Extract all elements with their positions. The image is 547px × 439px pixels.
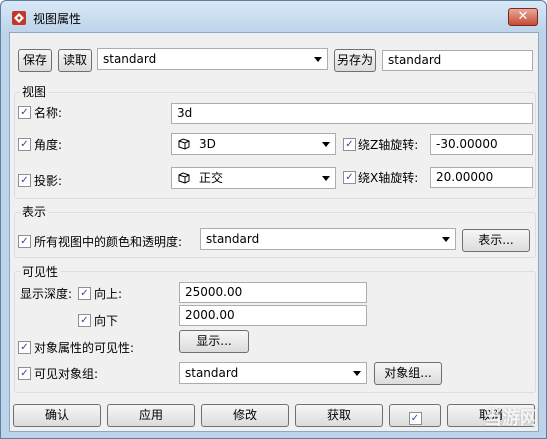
rotx-checkbox[interactable]: ✓ [343, 171, 356, 184]
preset-select[interactable]: standard [97, 48, 328, 70]
up-input[interactable]: 25000.00 [179, 282, 367, 303]
save-as-input[interactable]: standard [382, 50, 533, 71]
name-label: 名称: [34, 106, 63, 120]
view-group-title: 视图 [20, 85, 49, 99]
load-button[interactable]: 读取 [58, 49, 92, 72]
name-checkbox[interactable]: ✓ [18, 106, 31, 119]
app-icon [12, 11, 26, 25]
down-checkbox[interactable]: ✓ [78, 314, 91, 327]
toggle-all-checkbox: ✓ [408, 412, 422, 425]
show-button[interactable]: 显示... [179, 330, 249, 353]
visibility-group-title: 可见性 [20, 265, 61, 279]
chevron-down-icon [442, 237, 450, 242]
depth-label: 显示深度: [20, 287, 73, 301]
rotz-checkbox[interactable]: ✓ [343, 138, 356, 151]
close-button[interactable]: ✕ [508, 8, 538, 26]
cube-icon [178, 172, 190, 184]
watermark: 当游网 [484, 408, 538, 429]
rotz-input[interactable]: -30.00000 [430, 134, 533, 155]
up-label: 向上: [94, 287, 123, 301]
projection-value: 正交 [199, 171, 224, 185]
display-group-title: 表示 [20, 205, 49, 219]
rotx-label: 绕X轴旋转: [358, 171, 419, 185]
rotz-label: 绕Z轴旋转: [358, 138, 419, 152]
chevron-down-icon [314, 57, 322, 62]
get-button[interactable]: 获取 [295, 404, 383, 427]
projection-checkbox[interactable]: ✓ [18, 174, 31, 187]
visible-groups-checkbox[interactable]: ✓ [18, 367, 31, 380]
groups-value: standard [185, 366, 239, 380]
colors-label: 所有视图中的颜色和透明度: [34, 235, 183, 249]
save-as-button[interactable]: 另存为 [334, 49, 376, 72]
chevron-down-icon [353, 371, 361, 376]
colors-select[interactable]: standard [200, 228, 456, 250]
cube-icon [178, 138, 190, 150]
apply-button[interactable]: 应用 [107, 404, 195, 427]
angle-select[interactable]: 3D [171, 133, 336, 155]
ok-button[interactable]: 确认 [13, 404, 101, 427]
angle-checkbox[interactable]: ✓ [18, 138, 31, 151]
chevron-down-icon [322, 142, 330, 147]
object-props-label: 对象属性的可见性: [34, 341, 135, 355]
display-button[interactable]: 表示... [462, 229, 530, 252]
name-input[interactable]: 3d [171, 103, 533, 124]
chevron-down-icon [322, 176, 330, 181]
projection-select[interactable]: 正交 [171, 167, 336, 189]
toggle-all-button[interactable]: ✓ [389, 404, 441, 427]
colors-value: standard [206, 232, 260, 246]
title-bar[interactable]: 视图属性 ✕ [1, 1, 546, 33]
angle-label: 角度: [34, 138, 63, 152]
save-button[interactable]: 保存 [18, 49, 52, 72]
projection-label: 投影: [34, 174, 63, 188]
groups-button[interactable]: 对象组... [374, 362, 442, 385]
modify-button[interactable]: 修改 [201, 404, 289, 427]
down-input[interactable]: 2000.00 [179, 305, 367, 326]
dialog-window: 视图属性 ✕ 保存 读取 standard 另存为 standard 视图 ✓ … [0, 0, 547, 439]
object-props-checkbox[interactable]: ✓ [18, 341, 31, 354]
up-checkbox[interactable]: ✓ [78, 287, 91, 300]
groups-select[interactable]: standard [179, 362, 367, 384]
rotx-input[interactable]: 20.00000 [430, 167, 533, 188]
preset-value: standard [103, 52, 157, 66]
colors-checkbox[interactable]: ✓ [18, 235, 31, 248]
angle-value: 3D [199, 137, 216, 151]
window-title: 视图属性 [33, 12, 82, 26]
dialog-body: 保存 读取 standard 另存为 standard 视图 ✓ 名称: 3d … [9, 32, 539, 432]
down-label: 向下 [94, 314, 119, 328]
visible-groups-label: 可见对象组: [34, 367, 99, 381]
